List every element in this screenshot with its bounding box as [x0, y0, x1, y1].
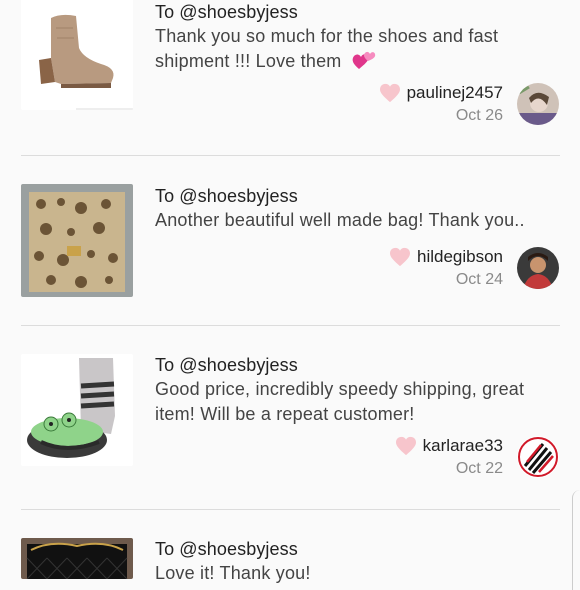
divider	[21, 155, 560, 156]
avatar-image	[517, 83, 559, 125]
reviewer-username[interactable]: hildegibson	[417, 247, 503, 267]
item-thumbnail-snakeskin-bag[interactable]	[21, 184, 133, 297]
reviewer-username[interactable]: karlarae33	[423, 436, 503, 456]
item-thumbnail-quilted-chain-bag[interactable]	[21, 538, 133, 579]
review-date: Oct 26	[455, 107, 503, 124]
snakeskin-bag-image	[21, 184, 133, 297]
quilted-bag-image	[21, 538, 133, 579]
heart-icon[interactable]	[389, 247, 411, 267]
review-recipient: To @shoesbyjess	[155, 186, 298, 206]
review-message-text: Thank you so much for the shoes and fast…	[155, 26, 499, 71]
scroll-edge	[572, 490, 580, 590]
item-thumbnail-ankle-boot[interactable]	[21, 0, 133, 110]
item-thumbnail-frog-slipper-sock[interactable]	[21, 354, 133, 466]
avatar[interactable]	[517, 83, 559, 125]
trail-blazers-logo-icon	[517, 436, 559, 478]
review-recipient: To @shoesbyjess	[155, 355, 298, 375]
review-meta: paulinej2457 Oct 26	[379, 83, 503, 125]
review-date: Oct 22	[455, 460, 503, 477]
review-message: Another beautiful well made bag! Thank y…	[155, 210, 525, 230]
review-message: Thank you so much for the shoes and fast…	[155, 24, 555, 78]
divider	[21, 509, 560, 510]
avatar-image	[517, 247, 559, 289]
heart-icon[interactable]	[395, 436, 417, 456]
frog-slipper-image	[21, 354, 133, 466]
review-message: Love it! Thank you!	[155, 563, 311, 583]
two-hearts-icon	[351, 49, 377, 78]
review-meta: karlarae33 Oct 22	[395, 436, 503, 478]
divider	[21, 325, 560, 326]
avatar[interactable]	[517, 436, 559, 478]
review-date: Oct 24	[455, 271, 503, 288]
avatar[interactable]	[517, 247, 559, 289]
review-message: Good price, incredibly speedy shipping, …	[155, 379, 525, 424]
review-meta: hildegibson Oct 24	[389, 247, 503, 289]
reviewer-username[interactable]: paulinej2457	[407, 83, 503, 103]
review-recipient: To @shoesbyjess	[155, 2, 298, 22]
review-recipient: To @shoesbyjess	[155, 539, 298, 559]
heart-icon[interactable]	[379, 83, 401, 103]
ankle-boot-image	[21, 0, 133, 110]
